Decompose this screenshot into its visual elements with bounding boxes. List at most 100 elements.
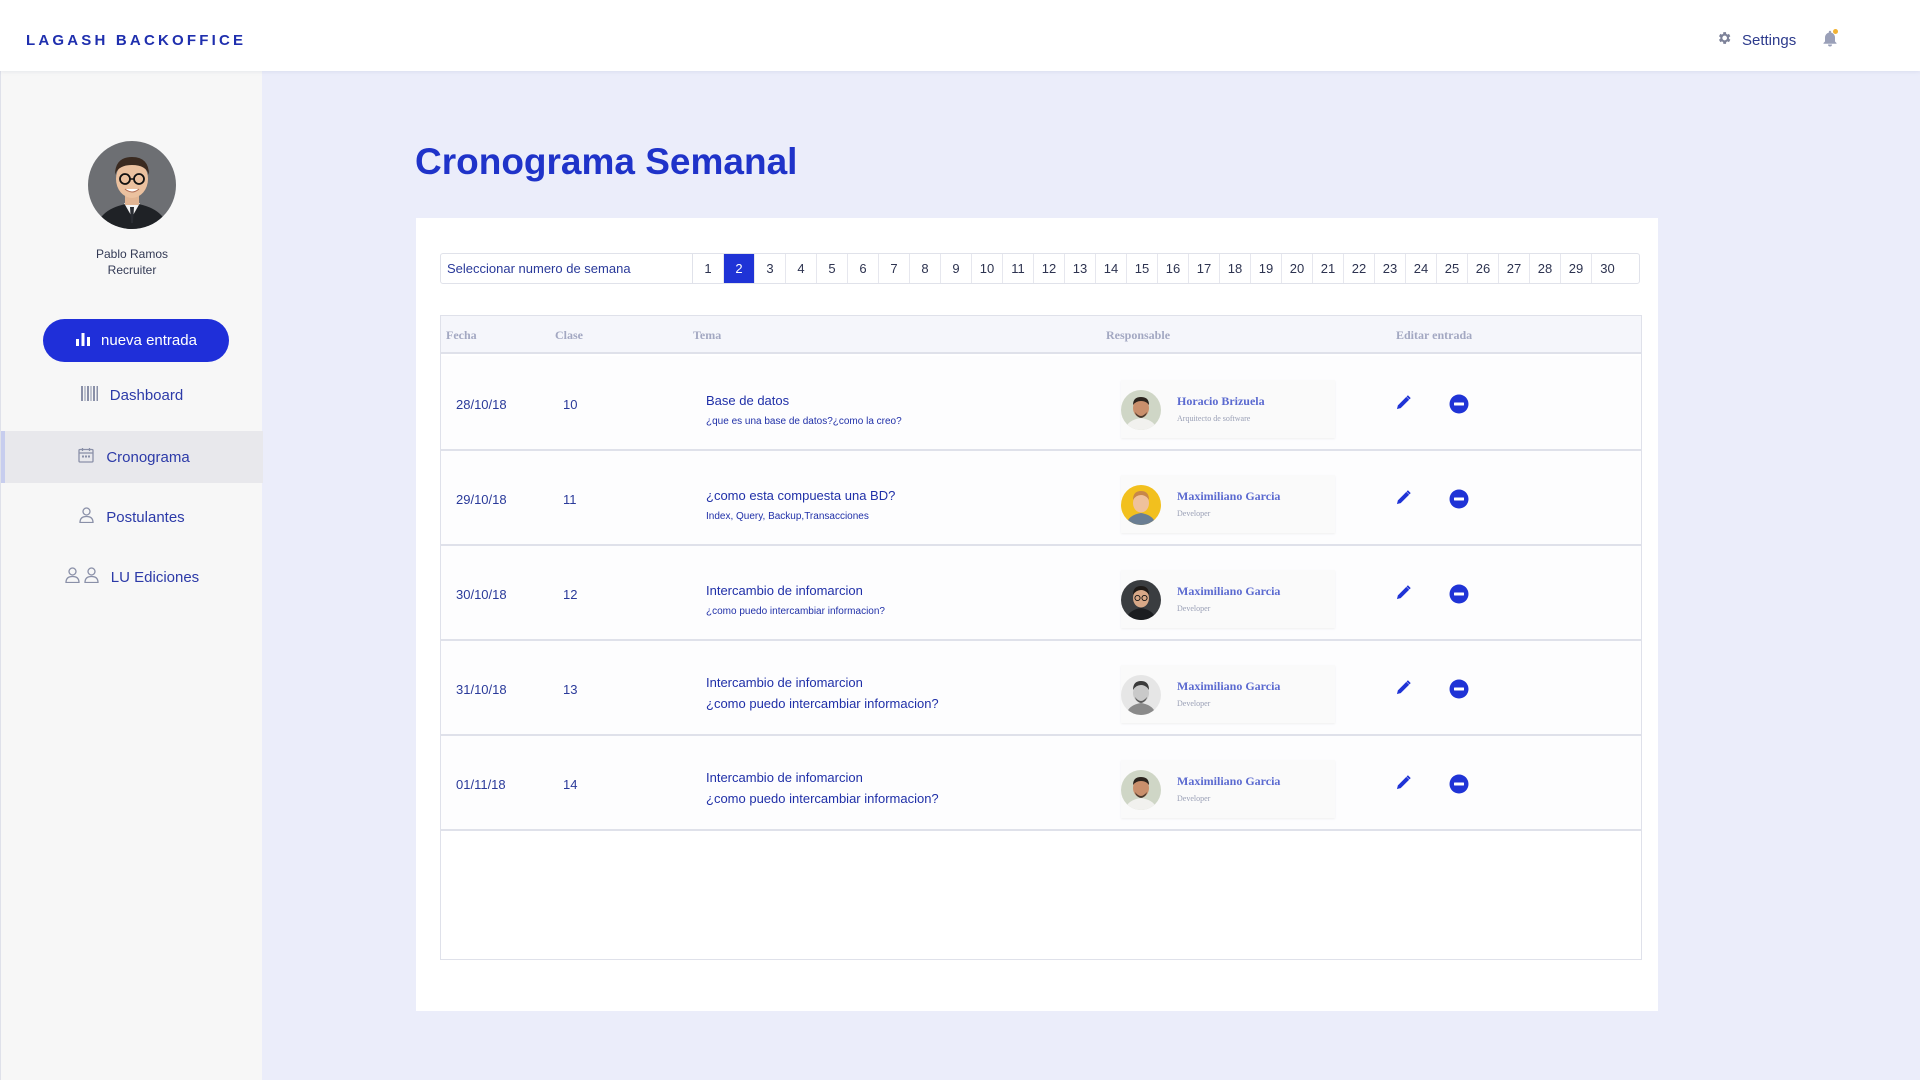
week-option[interactable]: 17 [1189,254,1220,283]
sidebar-item-lu-ediciones[interactable]: LU Ediciones [1,551,263,603]
pencil-icon[interactable] [1396,395,1411,415]
week-option[interactable]: 20 [1282,254,1313,283]
week-option[interactable]: 19 [1251,254,1282,283]
pencil-icon[interactable] [1396,585,1411,605]
sidebar-item-dashboard[interactable]: Dashboard [1,369,263,421]
tema-title: Base de datos [706,393,790,408]
week-option[interactable]: 13 [1065,254,1096,283]
responsible-name[interactable]: Maximiliano Garcia [1177,584,1280,599]
brand-logo[interactable]: LAGASH BACKOFFICE [26,32,246,49]
settings-button[interactable]: Settings [1716,30,1796,50]
calendar-icon [78,447,94,467]
minus-circle-icon[interactable] [1449,584,1469,609]
responsible-role: Developer [1177,794,1211,803]
tema-title: ¿como esta compuesta una BD? [706,488,896,503]
table-row[interactable]: 31/10/18 13 Intercambio de infomarcion ¿… [441,641,1641,736]
pencil-icon[interactable] [1396,775,1411,795]
minus-circle-icon[interactable] [1449,774,1469,799]
week-option[interactable]: 30 [1592,254,1623,283]
week-option[interactable]: 7 [879,254,910,283]
barcode-icon [80,385,98,405]
column-header-fecha[interactable]: Fecha [446,328,477,343]
responsible-role: Developer [1177,699,1211,708]
notifications-button[interactable] [1822,29,1838,52]
pencil-icon[interactable] [1396,680,1411,700]
week-option[interactable]: 28 [1530,254,1561,283]
tema-subtitle: Index, Query, Backup,Transacciones [706,511,869,522]
week-option[interactable]: 4 [786,254,817,283]
row-clase: 13 [563,682,578,697]
week-option[interactable]: 24 [1406,254,1437,283]
week-option[interactable]: 29 [1561,254,1592,283]
week-option[interactable]: 26 [1468,254,1499,283]
week-selector-label: Seleccionar numero de semana [441,254,693,283]
table-row[interactable]: 01/11/18 14 Intercambio de infomarcion ¿… [441,736,1641,831]
week-option[interactable]: 25 [1437,254,1468,283]
tema-subtitle: ¿que es una base de datos?¿como la creo? [706,416,902,427]
row-tema: Intercambio de infomarcion ¿como puedo i… [706,770,939,806]
minus-circle-icon[interactable] [1449,489,1469,514]
column-header-editar[interactable]: Editar entrada [1396,328,1472,343]
new-entry-label: nueva entrada [101,332,197,349]
responsible-name[interactable]: Maximiliano Garcia [1177,489,1280,504]
week-option[interactable]: 10 [972,254,1003,283]
table-row[interactable]: 29/10/18 11 ¿como esta compuesta una BD?… [441,451,1641,546]
table-header: Fecha Clase Tema Responsable Editar entr… [441,316,1641,354]
schedule-card: Seleccionar numero de semana 1 2 3 4 5 6… [416,218,1658,1011]
row-fecha: 30/10/18 [456,587,507,602]
column-header-responsable[interactable]: Responsable [1106,328,1170,343]
sidebar-item-postulantes[interactable]: Postulantes [1,491,263,543]
responsible-name[interactable]: Maximiliano Garcia [1177,679,1280,694]
schedule-table: Fecha Clase Tema Responsable Editar entr… [440,315,1642,960]
responsible-card: Maximiliano Garcia Developer [1121,475,1335,533]
week-option[interactable]: 12 [1034,254,1065,283]
user-avatar[interactable] [88,141,176,229]
row-clase: 14 [563,777,578,792]
week-option[interactable]: 22 [1344,254,1375,283]
week-option[interactable]: 5 [817,254,848,283]
responsible-avatar [1121,675,1161,715]
sidebar-item-label: Postulantes [106,508,185,526]
week-option[interactable]: 18 [1220,254,1251,283]
table-row[interactable]: 28/10/18 10 Base de datos ¿que es una ba… [441,356,1641,451]
table-row[interactable]: 30/10/18 12 Intercambio de infomarcion ¿… [441,546,1641,641]
page-title: Cronograma Semanal [415,141,798,182]
column-header-tema[interactable]: Tema [693,328,721,343]
user-role: Recruiter [107,263,157,277]
responsible-name[interactable]: Horacio Brizuela [1177,394,1265,409]
row-tema: Intercambio de infomarcion ¿como puedo i… [706,675,939,711]
pencil-icon[interactable] [1396,490,1411,510]
responsible-card: Horacio Brizuela Arquitecto de software [1121,380,1335,438]
week-option[interactable]: 15 [1127,254,1158,283]
row-tema: Base de datos ¿que es una base de datos?… [706,393,902,427]
responsible-name[interactable]: Maximiliano Garcia [1177,774,1280,789]
week-option-selected[interactable]: 2 [724,254,755,283]
week-option[interactable]: 14 [1096,254,1127,283]
responsible-card: Maximiliano Garcia Developer [1121,760,1335,818]
column-header-clase[interactable]: Clase [555,328,583,343]
minus-circle-icon[interactable] [1449,394,1469,419]
notification-dot [1833,29,1838,34]
tema-subtitle: ¿como puedo intercambiar informacion? [706,606,885,617]
responsible-role: Developer [1177,604,1211,613]
new-entry-button[interactable]: nueva entrada [43,319,229,362]
week-option[interactable]: 16 [1158,254,1189,283]
tema-title: Intercambio de infomarcion [706,770,863,785]
week-option[interactable]: 9 [941,254,972,283]
responsible-avatar [1121,580,1161,620]
tema-subtitle: ¿como puedo intercambiar informacion? [706,696,939,711]
sidebar-item-label: Cronograma [106,448,190,466]
week-option[interactable]: 23 [1375,254,1406,283]
week-option[interactable]: 11 [1003,254,1034,283]
users-icon [65,567,99,587]
sidebar-item-cronograma[interactable]: Cronograma [1,431,263,483]
week-option[interactable]: 8 [910,254,941,283]
week-option[interactable]: 27 [1499,254,1530,283]
week-option[interactable]: 6 [848,254,879,283]
user-icon [79,507,94,527]
tema-title: Intercambio de infomarcion [706,675,863,690]
minus-circle-icon[interactable] [1449,679,1469,704]
week-option[interactable]: 21 [1313,254,1344,283]
week-option[interactable]: 1 [693,254,724,283]
week-option[interactable]: 3 [755,254,786,283]
